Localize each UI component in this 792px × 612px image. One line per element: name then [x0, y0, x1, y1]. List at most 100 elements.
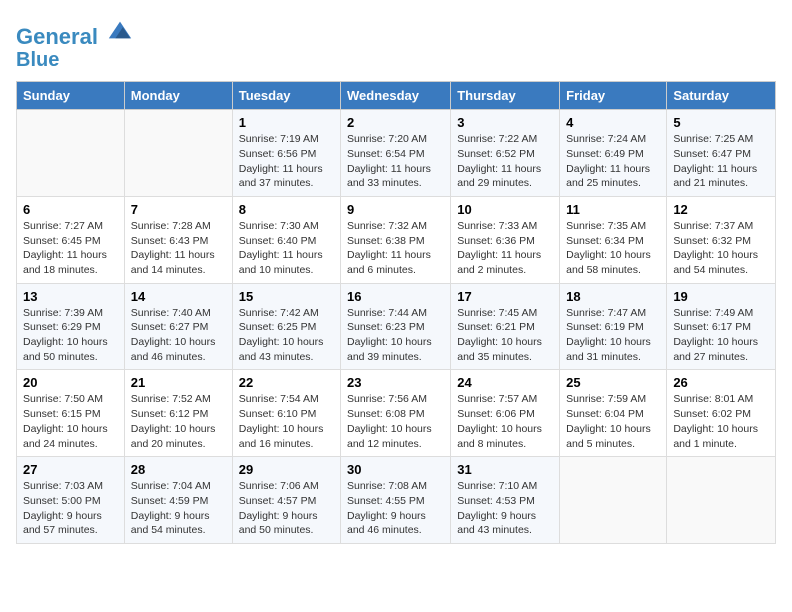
- day-number: 7: [131, 202, 226, 217]
- day-number: 9: [347, 202, 444, 217]
- day-number: 17: [457, 289, 553, 304]
- day-info: Sunrise: 7:54 AMSunset: 6:10 PMDaylight:…: [239, 392, 334, 451]
- day-number: 10: [457, 202, 553, 217]
- day-number: 14: [131, 289, 226, 304]
- col-header-thursday: Thursday: [451, 82, 560, 110]
- day-number: 19: [673, 289, 769, 304]
- day-number: 13: [23, 289, 118, 304]
- day-number: 29: [239, 462, 334, 477]
- day-info: Sunrise: 7:10 AMSunset: 4:53 PMDaylight:…: [457, 479, 553, 538]
- calendar-cell: 29 Sunrise: 7:06 AMSunset: 4:57 PMDayligh…: [232, 457, 340, 544]
- calendar-cell: 4Sunrise: 7:24 AMSunset: 6:49 PMDaylight…: [560, 110, 667, 197]
- col-header-friday: Friday: [560, 82, 667, 110]
- day-info: Sunrise: 7:37 AMSunset: 6:32 PMDaylight:…: [673, 219, 769, 278]
- calendar-cell: 23Sunrise: 7:56 AMSunset: 6:08 PMDayligh…: [341, 370, 451, 457]
- day-number: 1: [239, 115, 334, 130]
- calendar-cell: 16Sunrise: 7:44 AMSunset: 6:23 PMDayligh…: [341, 283, 451, 370]
- calendar-cell: 22 Sunrise: 7:54 AMSunset: 6:10 PMDayligh…: [232, 370, 340, 457]
- calendar-cell: 18 Sunrise: 7:47 AMSunset: 6:19 PMDayligh…: [560, 283, 667, 370]
- day-number: 6: [23, 202, 118, 217]
- calendar-cell: 25Sunrise: 7:59 AMSunset: 6:04 PMDayligh…: [560, 370, 667, 457]
- day-number: 30: [347, 462, 444, 477]
- week-row-4: 20 Sunrise: 7:50 AMSunset: 6:15 PMDayligh…: [17, 370, 776, 457]
- day-info: Sunrise: 7:32 AMSunset: 6:38 PMDaylight:…: [347, 219, 444, 278]
- day-number: 11: [566, 202, 660, 217]
- day-number: 24: [457, 375, 553, 390]
- calendar-cell: 8 Sunrise: 7:30 AMSunset: 6:40 PMDaylight…: [232, 196, 340, 283]
- calendar-cell: 1 Sunrise: 7:19 AMSunset: 6:56 PMDaylight…: [232, 110, 340, 197]
- week-row-3: 13 Sunrise: 7:39 AMSunset: 6:29 PMDayligh…: [17, 283, 776, 370]
- day-number: 18: [566, 289, 660, 304]
- day-info: Sunrise: 7:19 AMSunset: 6:56 PMDaylight:…: [239, 132, 334, 191]
- day-number: 4: [566, 115, 660, 130]
- calendar-cell: [17, 110, 125, 197]
- day-info: Sunrise: 7:40 AMSunset: 6:27 PMDaylight:…: [131, 306, 226, 365]
- day-info: Sunrise: 7:47 AMSunset: 6:19 PMDaylight:…: [566, 306, 660, 365]
- calendar-cell: 31Sunrise: 7:10 AMSunset: 4:53 PMDayligh…: [451, 457, 560, 544]
- day-number: 22: [239, 375, 334, 390]
- day-info: Sunrise: 7:57 AMSunset: 6:06 PMDaylight:…: [457, 392, 553, 451]
- calendar-cell: 5 Sunrise: 7:25 AMSunset: 6:47 PMDaylight…: [667, 110, 776, 197]
- day-number: 8: [239, 202, 334, 217]
- logo-text: General: [16, 16, 134, 49]
- day-info: Sunrise: 7:22 AMSunset: 6:52 PMDaylight:…: [457, 132, 553, 191]
- calendar-cell: 26 Sunrise: 8:01 AMSunset: 6:02 PMDayligh…: [667, 370, 776, 457]
- calendar-cell: [560, 457, 667, 544]
- calendar-cell: 14 Sunrise: 7:40 AMSunset: 6:27 PMDayligh…: [124, 283, 232, 370]
- day-number: 25: [566, 375, 660, 390]
- calendar-cell: [124, 110, 232, 197]
- day-info: Sunrise: 7:06 AMSunset: 4:57 PMDaylight:…: [239, 479, 334, 538]
- calendar-cell: 9 Sunrise: 7:32 AMSunset: 6:38 PMDaylight…: [341, 196, 451, 283]
- calendar-cell: 17Sunrise: 7:45 AMSunset: 6:21 PMDayligh…: [451, 283, 560, 370]
- calendar-cell: 7Sunrise: 7:28 AMSunset: 6:43 PMDaylight…: [124, 196, 232, 283]
- logo-general: General: [16, 24, 98, 49]
- calendar-cell: 28Sunrise: 7:04 AMSunset: 4:59 PMDayligh…: [124, 457, 232, 544]
- day-number: 3: [457, 115, 553, 130]
- day-number: 21: [131, 375, 226, 390]
- calendar-cell: 19 Sunrise: 7:49 AMSunset: 6:17 PMDayligh…: [667, 283, 776, 370]
- day-info: Sunrise: 7:08 AMSunset: 4:55 PMDaylight:…: [347, 479, 444, 538]
- calendar-cell: 13 Sunrise: 7:39 AMSunset: 6:29 PMDayligh…: [17, 283, 125, 370]
- day-number: 20: [23, 375, 118, 390]
- day-info: Sunrise: 7:50 AMSunset: 6:15 PMDaylight:…: [23, 392, 118, 451]
- day-number: 23: [347, 375, 444, 390]
- day-info: Sunrise: 7:25 AMSunset: 6:47 PMDaylight:…: [673, 132, 769, 191]
- day-info: Sunrise: 7:49 AMSunset: 6:17 PMDaylight:…: [673, 306, 769, 365]
- calendar-cell: 12 Sunrise: 7:37 AMSunset: 6:32 PMDayligh…: [667, 196, 776, 283]
- col-header-sunday: Sunday: [17, 82, 125, 110]
- calendar-cell: 2 Sunrise: 7:20 AMSunset: 6:54 PMDaylight…: [341, 110, 451, 197]
- day-number: 26: [673, 375, 769, 390]
- calendar-cell: 24 Sunrise: 7:57 AMSunset: 6:06 PMDayligh…: [451, 370, 560, 457]
- col-header-wednesday: Wednesday: [341, 82, 451, 110]
- day-info: Sunrise: 7:30 AMSunset: 6:40 PMDaylight:…: [239, 219, 334, 278]
- logo-blue: Blue: [16, 49, 134, 71]
- logo: General Blue: [16, 16, 134, 71]
- calendar-cell: 15 Sunrise: 7:42 AMSunset: 6:25 PMDayligh…: [232, 283, 340, 370]
- calendar-table: SundayMondayTuesdayWednesdayThursdayFrid…: [16, 81, 776, 544]
- calendar-cell: 10 Sunrise: 7:33 AMSunset: 6:36 PMDayligh…: [451, 196, 560, 283]
- calendar-cell: [667, 457, 776, 544]
- header-row: SundayMondayTuesdayWednesdayThursdayFrid…: [17, 82, 776, 110]
- calendar-cell: 20 Sunrise: 7:50 AMSunset: 6:15 PMDayligh…: [17, 370, 125, 457]
- calendar-cell: 21 Sunrise: 7:52 AMSunset: 6:12 PMDayligh…: [124, 370, 232, 457]
- day-number: 5: [673, 115, 769, 130]
- week-row-1: 1 Sunrise: 7:19 AMSunset: 6:56 PMDaylight…: [17, 110, 776, 197]
- day-info: Sunrise: 7:52 AMSunset: 6:12 PMDaylight:…: [131, 392, 226, 451]
- day-number: 27: [23, 462, 118, 477]
- day-number: 15: [239, 289, 334, 304]
- week-row-2: 6 Sunrise: 7:27 AMSunset: 6:45 PMDaylight…: [17, 196, 776, 283]
- week-row-5: 27Sunrise: 7:03 AMSunset: 5:00 PMDayligh…: [17, 457, 776, 544]
- day-info: Sunrise: 7:39 AMSunset: 6:29 PMDaylight:…: [23, 306, 118, 365]
- day-info: Sunrise: 7:20 AMSunset: 6:54 PMDaylight:…: [347, 132, 444, 191]
- day-info: Sunrise: 7:35 AMSunset: 6:34 PMDaylight:…: [566, 219, 660, 278]
- day-info: Sunrise: 7:27 AMSunset: 6:45 PMDaylight:…: [23, 219, 118, 278]
- day-info: Sunrise: 7:42 AMSunset: 6:25 PMDaylight:…: [239, 306, 334, 365]
- calendar-cell: 27Sunrise: 7:03 AMSunset: 5:00 PMDayligh…: [17, 457, 125, 544]
- calendar-cell: 6 Sunrise: 7:27 AMSunset: 6:45 PMDaylight…: [17, 196, 125, 283]
- day-number: 2: [347, 115, 444, 130]
- day-info: Sunrise: 7:33 AMSunset: 6:36 PMDaylight:…: [457, 219, 553, 278]
- calendar-cell: 3 Sunrise: 7:22 AMSunset: 6:52 PMDaylight…: [451, 110, 560, 197]
- day-number: 12: [673, 202, 769, 217]
- day-info: Sunrise: 8:01 AMSunset: 6:02 PMDaylight:…: [673, 392, 769, 451]
- day-info: Sunrise: 7:44 AMSunset: 6:23 PMDaylight:…: [347, 306, 444, 365]
